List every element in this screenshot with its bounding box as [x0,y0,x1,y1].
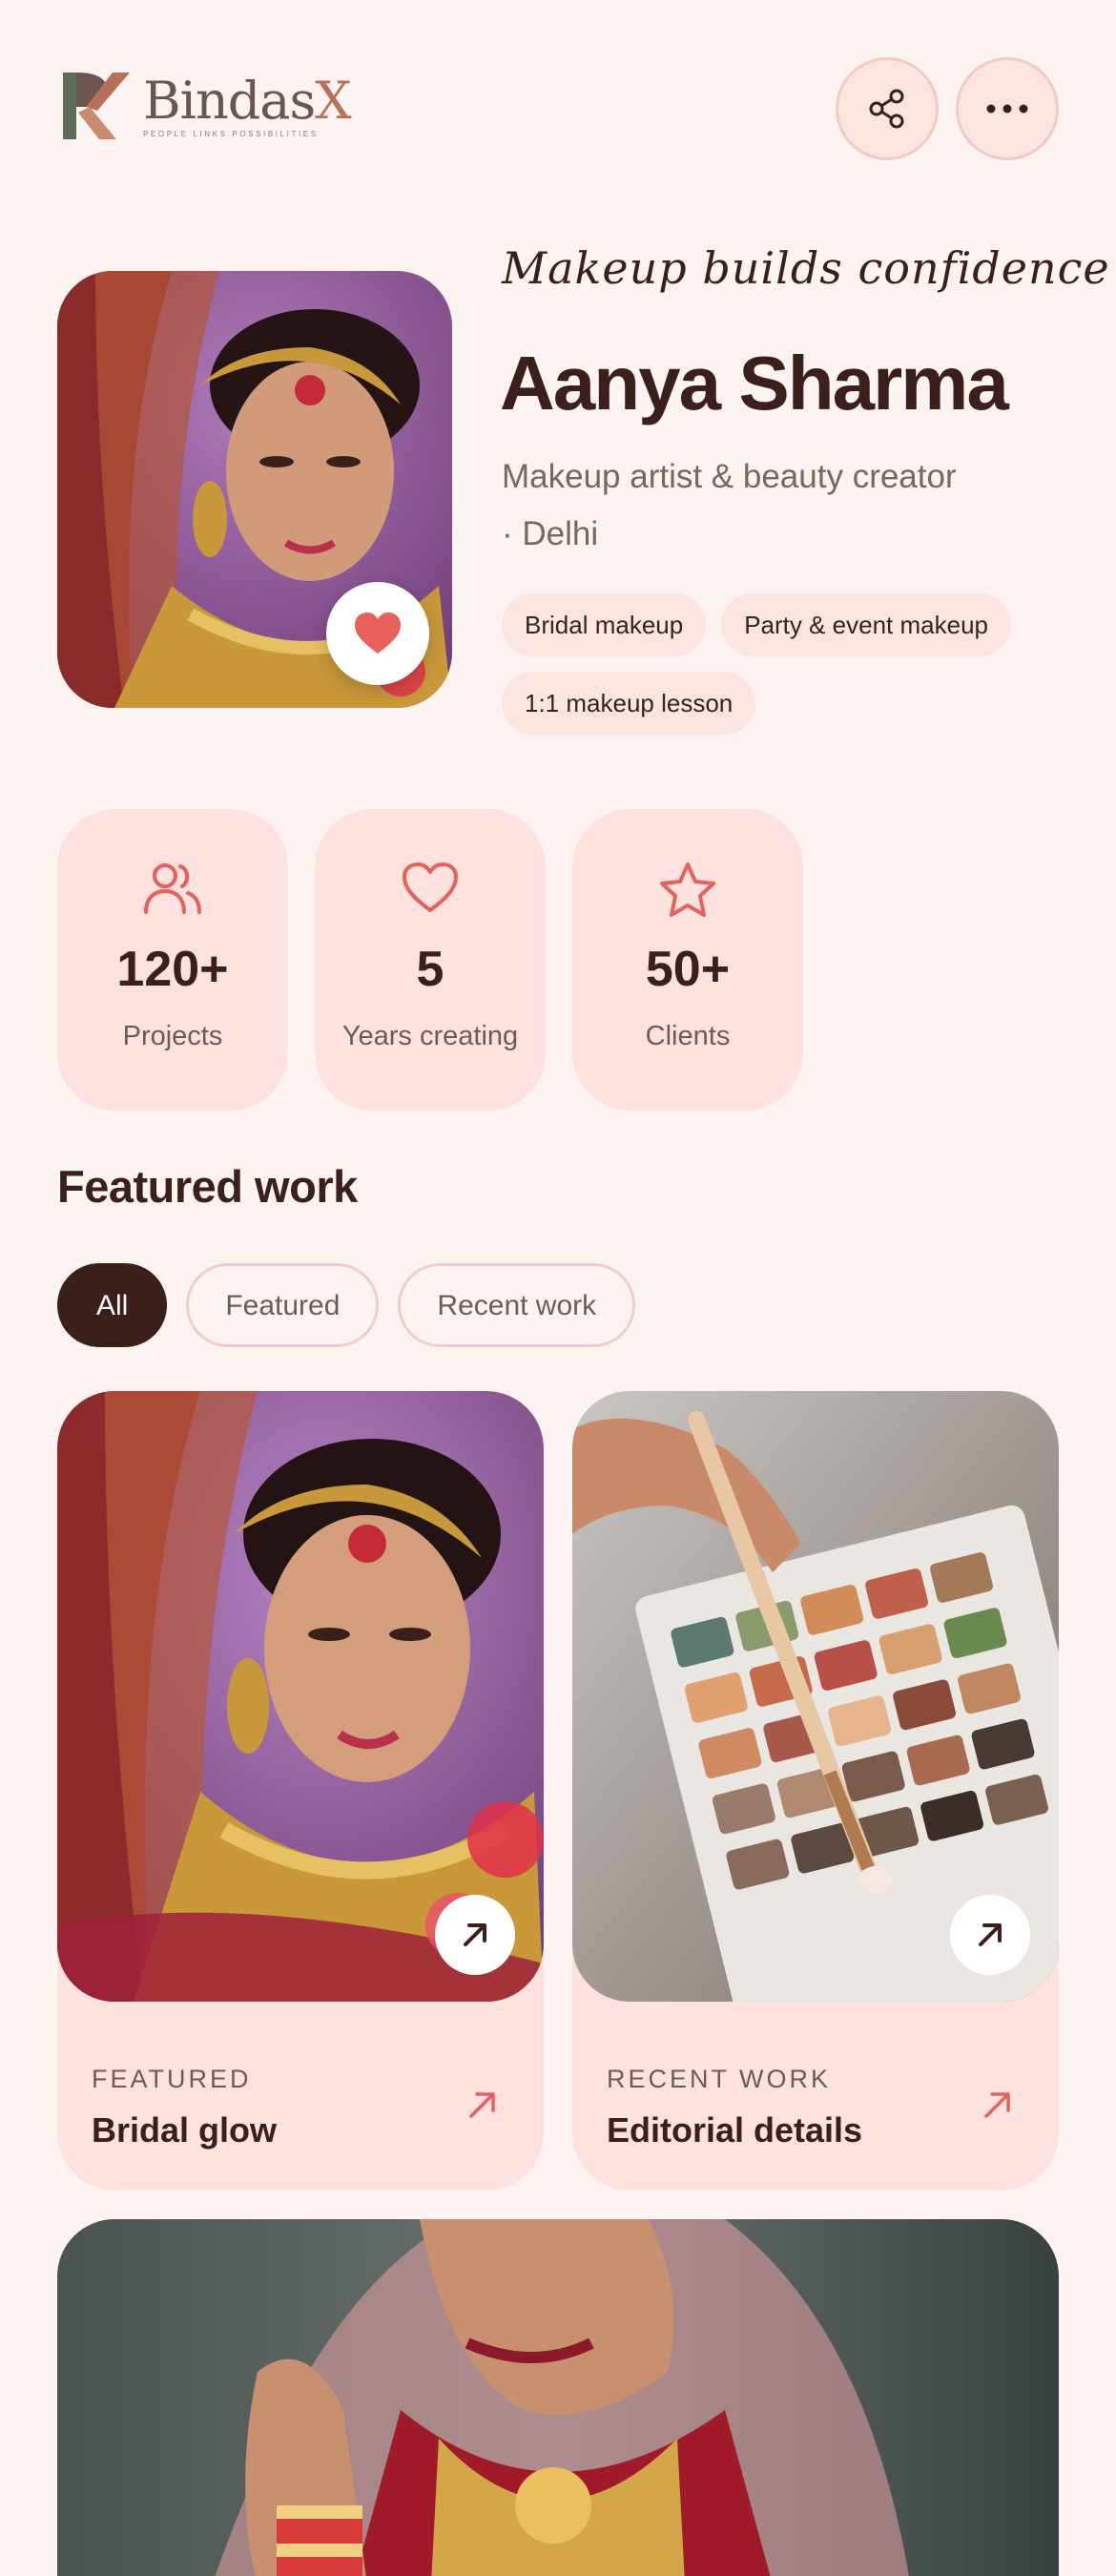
filter-featured[interactable]: Featured [186,1263,380,1347]
card-category: RECENT WORK [607,2065,832,2093]
brand-logo[interactable]: BindasX PEOPLE LINKS POSSIBILITIES [57,69,352,143]
arrow-up-right-icon [979,1923,1002,1946]
profile-role: Makeup artist & beauty creator · Delhi [502,448,1036,563]
stat-label: Projects [122,1021,223,1051]
profile-role-text: Makeup artist & beauty creator [502,458,957,495]
service-tag[interactable]: 1:1 makeup lesson [502,672,756,735]
star-icon [660,862,715,917]
app-header: BindasX PEOPLE LINKS POSSIBILITIES [0,0,1116,219]
share-button[interactable] [836,57,939,160]
users-icon [144,863,201,914]
profile-location: · Delhi [502,515,599,552]
stat-value: 120+ [116,942,229,997]
open-card-button[interactable] [435,1895,515,1975]
stat-value: 50+ [645,942,731,997]
arrow-up-right-icon[interactable] [979,2086,1017,2124]
arrow-up-right-icon[interactable] [464,2086,502,2124]
stat-value: 5 [416,942,444,997]
profile-name: Aanya Sharma [500,341,1009,426]
open-card-button[interactable] [950,1895,1030,1975]
featured-work-title: Featured work [57,1161,358,1212]
more-options-button[interactable] [956,57,1059,160]
heart-icon [403,862,458,912]
share-icon [869,89,904,129]
stat-label: Years creating [341,1021,519,1051]
work-card[interactable]: RECENT WORK Editorial details [572,1391,1059,2191]
work-filters: All Featured Recent work [57,1263,636,1347]
work-card[interactable]: FEATURED Bridal glow [57,1391,544,2191]
stat-projects: 120+ Projects [57,809,288,1111]
brand-name: BindasX [143,71,352,131]
stats-row: 120+ Projects 5 Years creating 50+ Clien… [57,809,803,1111]
favorite-button[interactable] [326,582,429,685]
card-title: Editorial details [607,2110,863,2150]
brand-tagline: PEOPLE LINKS POSSIBILITIES [143,130,319,138]
stat-clients: 50+ Clients [572,809,803,1111]
card-title: Bridal glow [92,2110,278,2150]
logo-mark-icon [57,69,132,143]
filter-all[interactable]: All [57,1263,168,1347]
service-tag[interactable]: Bridal makeup [502,593,707,656]
stat-label: Clients [645,1021,731,1051]
work-card-wide-image[interactable] [57,2219,1059,2576]
arrow-up-right-icon [464,1923,486,1946]
more-icon [986,104,1028,114]
heart-filled-icon [355,613,401,654]
service-tag[interactable]: Party & event makeup [721,593,1012,656]
profile-tagline: Makeup builds confidence [502,242,1110,294]
card-category: FEATURED [92,2065,252,2093]
stat-years: 5 Years creating [315,809,546,1111]
filter-recent-work[interactable]: Recent work [398,1263,636,1347]
service-tags: Bridal makeup Party & event makeup 1:1 m… [502,593,1064,735]
